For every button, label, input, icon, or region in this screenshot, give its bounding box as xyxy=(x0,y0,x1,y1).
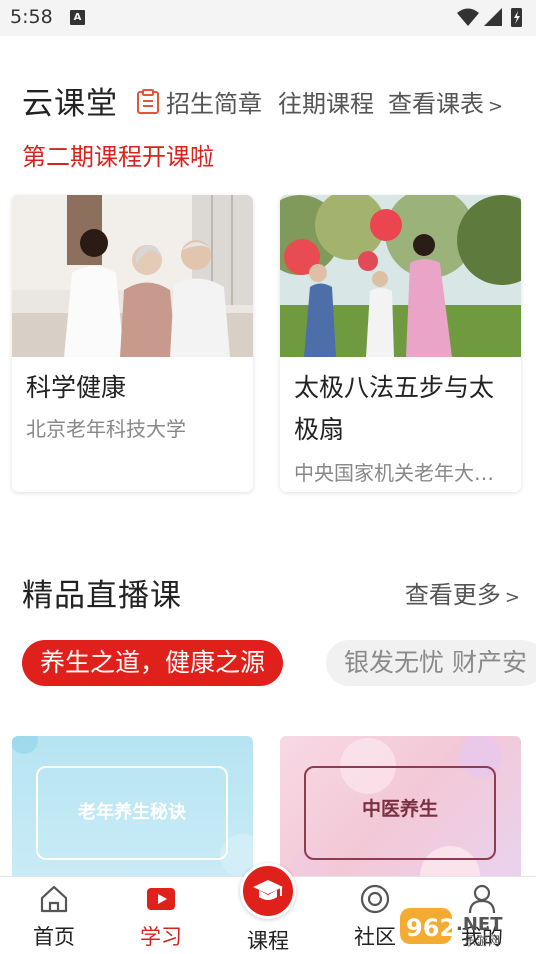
live-course-title: 精品直播课 xyxy=(22,578,182,614)
status-time: 5:58 xyxy=(10,6,53,28)
yunketang-links: 招生简章 往期课程 查看课表 > xyxy=(136,84,503,119)
category-tag-wellness[interactable]: 养生之道，健康之源 xyxy=(22,640,284,686)
course-card-taichi[interactable]: 太极八法五步与太极扇 中央国家机关老年大… xyxy=(280,195,521,492)
status-bar: 5:58 A xyxy=(0,0,536,36)
chevron-right-icon: > xyxy=(504,587,520,608)
tab-label: 首页 xyxy=(33,925,75,949)
view-more-link[interactable]: 查看更多 > xyxy=(405,575,520,610)
watermark-logo: 962 .NET 乐游网 xyxy=(400,908,503,948)
view-more-label: 查看更多 xyxy=(404,581,501,609)
course-thumbnail-doctor xyxy=(12,195,253,357)
home-icon xyxy=(40,885,68,913)
tab-course[interactable]: 课程 xyxy=(228,863,308,954)
view-schedule-label: 查看课表 xyxy=(388,90,484,118)
course-thumbnail-taichi xyxy=(280,195,521,357)
notification-a-icon: A xyxy=(70,10,85,25)
svg-text:乐游网: 乐游网 xyxy=(464,934,500,948)
graduation-cap-icon xyxy=(253,880,283,900)
course-title: 科学健康 xyxy=(26,373,127,402)
play-icon xyxy=(147,888,175,910)
course-school: 北京老年科技大学 xyxy=(26,417,186,441)
enroll-guide-link[interactable]: 招生简章 xyxy=(166,84,262,119)
course-fab[interactable] xyxy=(240,863,296,919)
live-banner-text: 老年养生秘诀 xyxy=(36,766,228,860)
svg-text:.NET: .NET xyxy=(456,914,503,935)
chevron-right-icon: > xyxy=(488,96,504,117)
tab-label: 课程 xyxy=(247,929,289,953)
live-card-tcm-wellness[interactable]: 中医养生 xyxy=(280,736,521,881)
tab-home[interactable]: 首页 xyxy=(14,877,94,954)
tab-label: 学习 xyxy=(140,925,182,949)
view-schedule-link[interactable]: 查看课表 > xyxy=(388,84,503,119)
target-icon xyxy=(360,884,390,914)
term-announcement: 第二期课程开课啦 xyxy=(22,143,214,171)
live-card-elder-wellness[interactable]: 老年养生秘诀 xyxy=(12,736,253,881)
course-title: 太极八法五步与太极扇 xyxy=(294,373,495,444)
status-icons xyxy=(457,8,522,27)
category-tag-finance[interactable]: 银发无忧 财产安 xyxy=(326,640,536,686)
past-courses-link[interactable]: 往期课程 xyxy=(278,84,374,119)
clipboard-icon xyxy=(137,88,159,114)
yunketang-title: 云课堂 xyxy=(22,86,118,122)
live-banner-text: 中医养生 xyxy=(304,766,496,860)
signal-icon xyxy=(484,8,502,26)
course-card-science-health[interactable]: 科学健康 北京老年科技大学 xyxy=(12,195,253,492)
course-school: 中央国家机关老年大… xyxy=(294,461,494,485)
wifi-icon xyxy=(457,8,479,26)
tab-study[interactable]: 学习 xyxy=(121,877,201,954)
svg-text:962: 962 xyxy=(406,914,456,942)
